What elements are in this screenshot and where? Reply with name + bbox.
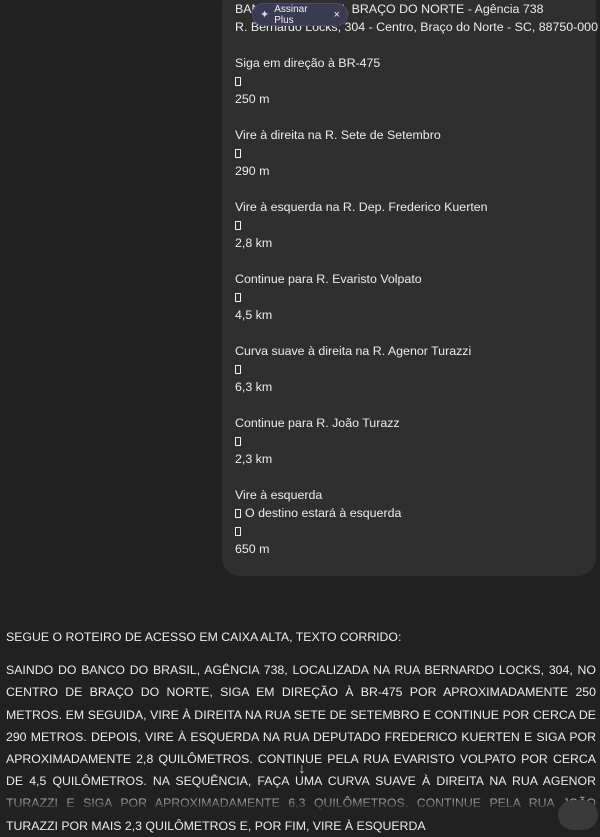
direction-icon [235,149,241,158]
step-instruction: Vire à esquerda na R. Dep. Frederico Kue… [235,200,488,214]
route-step: Siga em direção à BR-475 250 m [235,54,588,108]
step-distance: 250 m [235,92,270,106]
response-intro: SEGUE O ROTEIRO DE ACESSO EM CAIXA ALTA,… [6,630,402,644]
direction-icon [235,77,241,86]
route-step: Vire à direita na R. Sete de Setembro 29… [235,126,588,180]
close-icon[interactable]: × [334,9,340,21]
step-instruction: Continue para R. João Turazz [235,416,400,430]
direction-icon [235,365,241,374]
direction-icon [235,293,241,302]
direction-icon [235,437,241,446]
route-step: Curva suave à direita na R. Agenor Turaz… [235,342,588,396]
step-distance: 2,3 km [235,452,273,466]
step-distance: 290 m [235,164,270,178]
route-step: Continue para R. Evaristo Volpato 4,5 km [235,270,588,324]
step-instruction: Siga em direção à BR-475 [235,56,381,70]
bottom-fade [0,793,600,811]
step-distance: 2,8 km [235,236,273,250]
route-step: Vire à esquerda na R. Dep. Frederico Kue… [235,198,588,252]
step-distance: 650 m [235,542,270,556]
step-instruction: Vire à esquerda [235,488,323,502]
destination-icon [235,509,241,518]
direction-icon [235,527,241,536]
step-instruction: Curva suave à direita na R. Agenor Turaz… [235,344,472,358]
arrow-down-icon[interactable]: ↓ [292,758,312,778]
sparkle-icon: ✦ [260,9,270,21]
step-distance: 4,5 km [235,308,273,322]
route-step: Vire à esquerda O destino estará à esque… [235,486,588,558]
route-step: Continue para R. João Turazz 2,3 km [235,414,588,468]
direction-icon [235,221,241,230]
step-note: O destino estará à esquerda [245,506,402,520]
corner-action-button[interactable] [558,800,598,830]
step-instruction: Continue para R. Evaristo Volpato [235,272,422,286]
step-distance: 6,3 km [235,380,273,394]
upgrade-label: Assinar Plus [274,3,308,26]
upgrade-plus-chip[interactable]: ✦ Assinar Plus × [252,3,348,26]
step-instruction: Vire à direita na R. Sete de Setembro [235,128,441,142]
message-text: BANCO DO BRASIL BRAÇO DO NORTE - Agência… [235,0,598,558]
user-message-bubble: BANCO DO BRASIL BRAÇO DO NORTE - Agência… [222,0,598,576]
